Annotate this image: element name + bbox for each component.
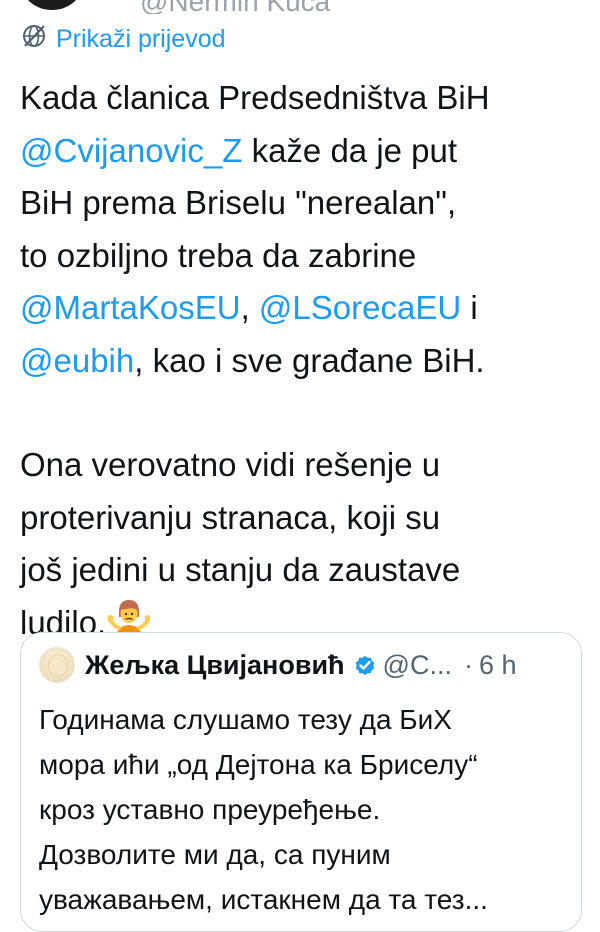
- tweet-text-segment: BiH prema Briselu "nerealan",: [20, 184, 457, 221]
- quoted-author-name[interactable]: Жељка Цвијановић: [85, 650, 345, 681]
- tweet-text-segment: kaže da je put: [242, 131, 458, 169]
- show-translation-label: Prikaži prijevod: [56, 25, 226, 53]
- quoted-author-avatar[interactable]: [39, 647, 75, 683]
- verified-badge-icon: [353, 653, 377, 677]
- tweet-text-segment: , kao i sve građane BiH.: [134, 341, 485, 379]
- quoted-tweet-text: Годинама слушамо тезу да БиХ мора ићи „о…: [39, 697, 569, 922]
- tweet-text-segment: još jedini u stanju da zaustave: [20, 551, 461, 588]
- author-avatar[interactable]: [22, 0, 82, 10]
- mention-link[interactable]: @Cvijanovic_Z: [20, 132, 242, 169]
- tweet-text-segment: Kada članica Predsedništva BiH: [20, 79, 490, 116]
- tweet-text-segment: Ona verovatno vidi rešenje u: [20, 446, 441, 483]
- quoted-text-line: Годинама слушамо тезу да БиХ: [39, 704, 452, 735]
- quoted-timestamp[interactable]: 6 h: [479, 650, 517, 681]
- tweet-text: Kada članica Predsedništva BiH @Cvijanov…: [20, 72, 595, 655]
- tweet-line: @eubih, kao i sve građane BiH.: [20, 335, 595, 388]
- tweet-line: @MartaKosEU, @LSorecaEU i: [20, 282, 595, 335]
- mention-link[interactable]: @eubih: [20, 342, 134, 379]
- tweet-line: @Cvijanovic_Z kaže da je put: [20, 125, 595, 178]
- quoted-author-handle[interactable]: @C...: [383, 650, 452, 681]
- tweet-text-segment: ,: [240, 289, 259, 326]
- tweet-line: Ona verovatno vidi rešenje u: [20, 439, 595, 492]
- quoted-text-line: кроз уставно преуређење.: [39, 794, 381, 825]
- quoted-tweet-card[interactable]: Жељка Цвијановић @C... · 6 h Годинама сл…: [20, 632, 582, 932]
- previous-tweet-header: @Nermin Kuča: [0, 0, 600, 14]
- quoted-text-line: мора ићи „од Дејтона ка Бриселу“: [39, 749, 478, 780]
- globe-slash-icon: [20, 22, 56, 57]
- author-handle[interactable]: @Nermin Kuča: [140, 0, 330, 14]
- tweet-text-segment: proterivanju stranaca, koji su: [20, 498, 441, 536]
- tweet-text-segment: i: [461, 289, 478, 326]
- mention-link[interactable]: @LSorecaEU: [259, 289, 461, 326]
- separator-dot: ·: [463, 649, 473, 680]
- tweet-line: to ozbiljno treba da zabrine: [20, 230, 595, 283]
- tweet-line: Kada članica Predsedništva BiH: [20, 72, 595, 125]
- quoted-text-line: Дозволите ми да, са пуним: [39, 839, 391, 870]
- tweet-line: BiH prema Briselu "nerealan",: [20, 177, 595, 230]
- show-translation-button[interactable]: Prikaži prijevod: [20, 22, 226, 57]
- tweet-text-segment: to ozbiljno treba da zabrine: [20, 236, 417, 274]
- mention-link[interactable]: @MartaKosEU: [20, 289, 241, 326]
- tweet-line: još jedini u stanju da zaustave: [20, 544, 595, 597]
- tweet-line: proterivanju stranaca, koji su: [20, 492, 595, 545]
- quoted-tweet-header: Жељка Цвијановић @C... · 6 h: [39, 647, 517, 683]
